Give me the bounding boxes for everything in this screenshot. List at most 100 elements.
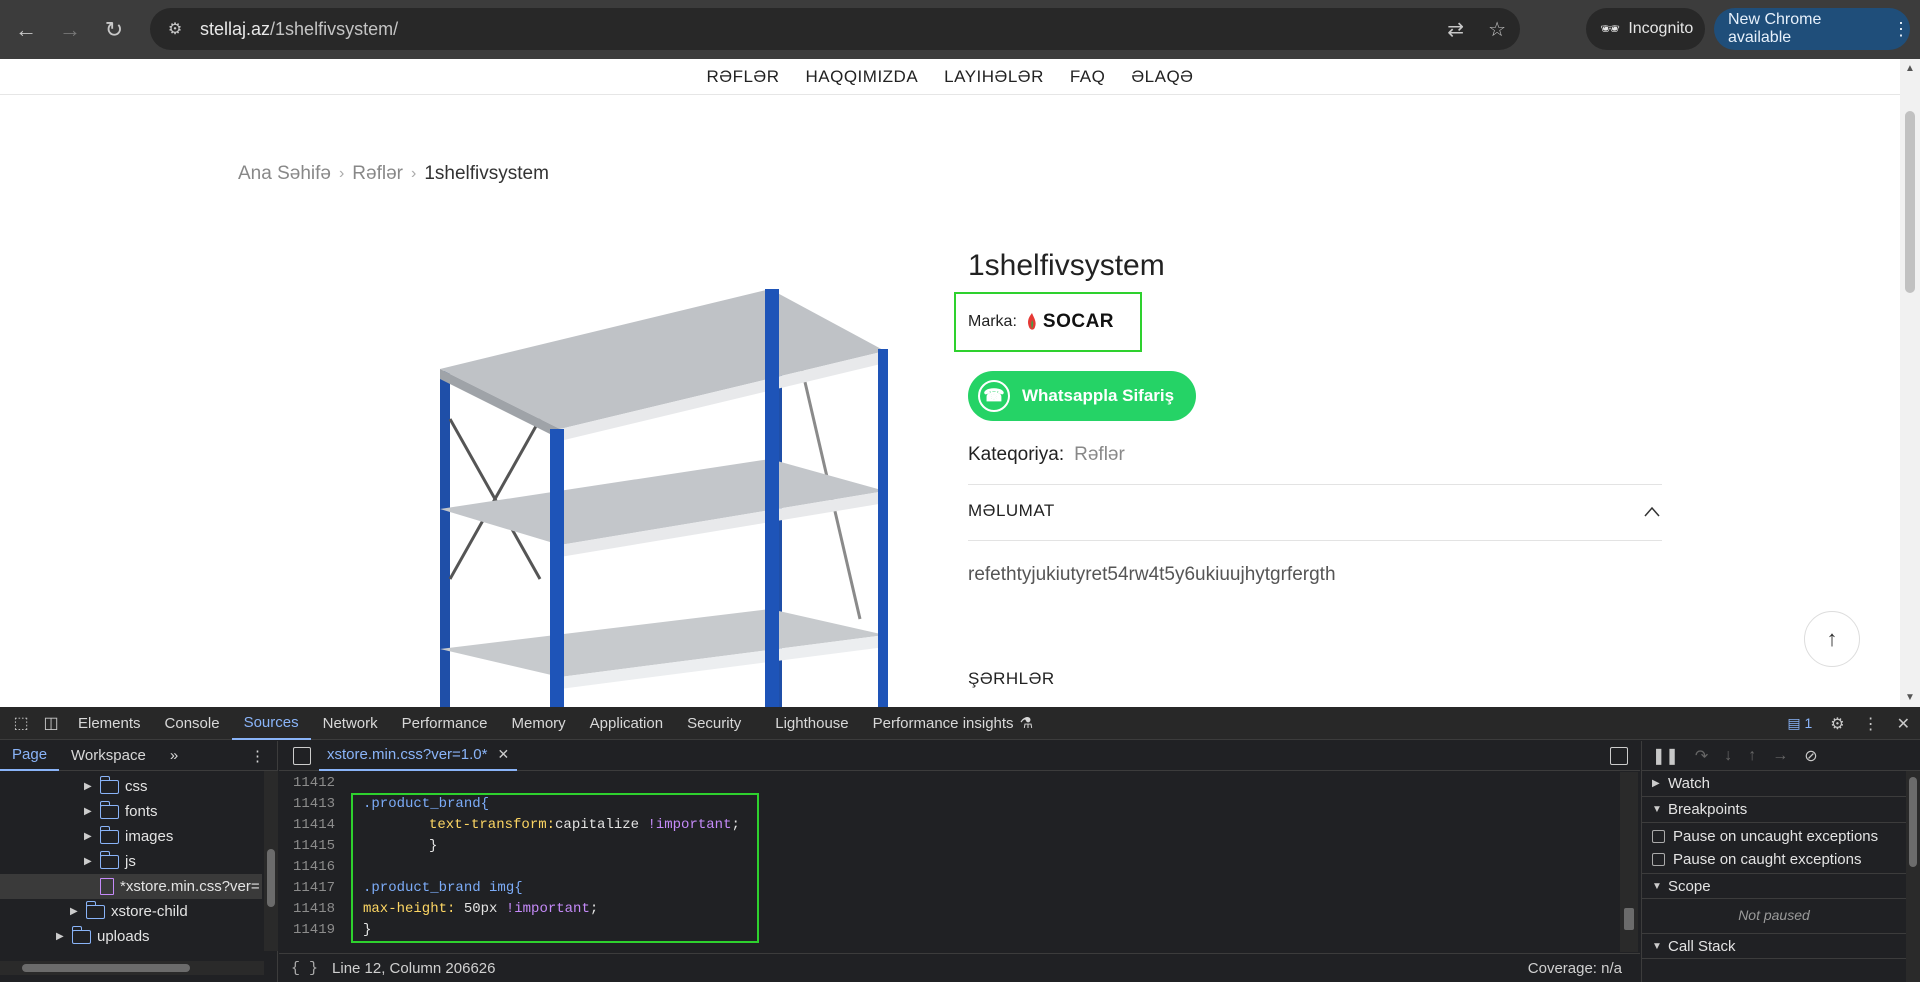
triangle-right-icon: ▶ xyxy=(1652,778,1660,789)
tree-item-fonts[interactable]: ▶ fonts xyxy=(84,799,158,824)
tab-performance[interactable]: Performance xyxy=(390,707,500,740)
page-scrollbar[interactable]: ▲ ▼ xyxy=(1900,59,1920,707)
tree-item-css[interactable]: ▶ css xyxy=(84,774,148,799)
nav-item-elaqe[interactable]: ƏLAQƏ xyxy=(1131,67,1193,87)
editor-scrollbar[interactable] xyxy=(1620,772,1638,952)
debugger-sidebar: ❚❚ ↷ ↓ ↑ → ⊘ ▶ Watch ▼ Breakpoints Pause o… xyxy=(1641,741,1920,982)
nav-item-haqqimizda[interactable]: HAQQIMIZDA xyxy=(806,67,919,87)
more-options-icon[interactable]: ⋮ xyxy=(1863,714,1879,734)
page-viewport: RƏFLƏR HAQQIMIZDA LAYIHƏLƏR FAQ ƏLAQƏ An… xyxy=(0,59,1920,707)
folder-icon xyxy=(99,825,119,844)
toggle-debugger-icon[interactable] xyxy=(1610,747,1628,765)
tab-memory[interactable]: Memory xyxy=(500,707,578,740)
folder-icon xyxy=(99,800,119,819)
navigator-tabs: Page Workspace » ⋮ xyxy=(0,741,277,771)
address-bar[interactable]: ⚙ stellaj.az/1shelfivsystem/ ⇄ ☆ xyxy=(150,8,1520,50)
tab-performance-insights[interactable]: Performance insights ⚗ xyxy=(861,707,1045,740)
tree-item-js[interactable]: ▶ js xyxy=(84,849,136,874)
navigator-tab-page[interactable]: Page xyxy=(0,741,60,771)
comments-title: ŞƏRHLƏR xyxy=(968,669,1055,688)
back-button[interactable]: ← xyxy=(8,12,44,48)
coverage-status: Coverage: n/a xyxy=(1527,959,1622,977)
forward-button[interactable]: → xyxy=(52,12,88,48)
editor-tabs: xstore.min.css?ver=1.0* ✕ xyxy=(279,741,1640,771)
pause-icon[interactable]: ❚❚ xyxy=(1652,746,1679,766)
category-link[interactable]: Rəflər xyxy=(1074,444,1125,466)
call-stack-section[interactable]: ▼ Call Stack xyxy=(1642,933,1906,959)
reload-button[interactable]: ↻ xyxy=(96,12,132,48)
deactivate-breakpoints-icon[interactable]: ⊘ xyxy=(1804,746,1817,766)
divider xyxy=(968,540,1662,541)
more-tabs-icon[interactable]: » xyxy=(158,741,190,771)
tab-sources[interactable]: Sources xyxy=(231,707,311,740)
whatsapp-order-button[interactable]: ☎ Whatsappla Sifariş xyxy=(968,371,1196,421)
product-image[interactable] xyxy=(440,279,900,707)
editor-status-bar: { } Line 12, Column 206626 Coverage: n/a xyxy=(279,953,1640,982)
step-icon[interactable]: → xyxy=(1772,747,1788,765)
scroll-to-top-button[interactable]: ↑ xyxy=(1804,611,1860,667)
tab-security[interactable]: Security xyxy=(675,707,753,740)
tree-item-xstore-css[interactable]: *xstore.min.css?ver= xyxy=(0,874,262,899)
nav-item-refler[interactable]: RƏFLƏR xyxy=(707,67,780,87)
navigator-hscrollbar[interactable] xyxy=(0,961,264,975)
pause-uncaught-option[interactable]: Pause on uncaught exceptions xyxy=(1652,825,1878,847)
source-editor: xstore.min.css?ver=1.0* ✕ 11412 11413 .pro… xyxy=(279,741,1640,982)
chevron-up-icon[interactable] xyxy=(1644,504,1660,520)
navigator-tab-workspace[interactable]: Workspace xyxy=(59,741,158,771)
scroll-up-icon[interactable]: ▲ xyxy=(1905,63,1915,74)
close-tab-icon[interactable]: ✕ xyxy=(497,746,509,763)
info-accordion-title[interactable]: MƏLUMAT xyxy=(968,501,1055,521)
info-accordion-body: refethtyjukiutyret54rw4t5y6ukiuujhytgrfe… xyxy=(968,564,1336,585)
chrome-menu-icon[interactable]: ⋮ xyxy=(1892,19,1910,40)
scroll-down-icon[interactable]: ▼ xyxy=(1905,692,1915,703)
debugger-scrollbar-thumb[interactable] xyxy=(1909,777,1917,867)
page-scrollbar-thumb[interactable] xyxy=(1905,111,1915,293)
navigator-scrollbar-thumb[interactable] xyxy=(267,849,275,907)
tab-application[interactable]: Application xyxy=(578,707,675,740)
product-brand: Marka: SOCAR xyxy=(954,292,1142,352)
tab-network[interactable]: Network xyxy=(311,707,390,740)
tree-item-images[interactable]: ▶ images xyxy=(84,824,173,849)
update-chrome-button[interactable]: New Chrome available ⋮ xyxy=(1714,8,1910,50)
navigator-menu-icon[interactable]: ⋮ xyxy=(238,741,277,771)
pause-caught-option[interactable]: Pause on caught exceptions xyxy=(1652,848,1861,870)
code-area[interactable]: 11412 11413 .product_brand{ 11414 text-tra… xyxy=(279,772,1619,952)
breadcrumb-category[interactable]: Rəflər xyxy=(352,163,403,185)
checkbox[interactable] xyxy=(1652,829,1665,843)
navigator-hscrollbar-thumb[interactable] xyxy=(22,964,190,972)
editor-file-tab[interactable]: xstore.min.css?ver=1.0* ✕ xyxy=(319,741,518,771)
debugger-scrollbar[interactable] xyxy=(1906,771,1920,982)
folder-icon xyxy=(71,925,91,944)
step-out-icon[interactable]: ↑ xyxy=(1748,747,1756,765)
incognito-indicator[interactable]: 🕶 Incognito xyxy=(1586,8,1705,50)
breakpoints-section[interactable]: ▼ Breakpoints xyxy=(1642,797,1906,823)
close-devtools-icon[interactable]: ✕ xyxy=(1897,714,1910,734)
inspect-element-icon[interactable]: ⬚ xyxy=(6,708,36,738)
nav-item-faq[interactable]: FAQ xyxy=(1070,67,1106,87)
toggle-navigator-icon[interactable] xyxy=(293,747,311,765)
navigator-scrollbar[interactable] xyxy=(264,771,278,951)
tree-item-uploads[interactable]: ▶ uploads xyxy=(56,924,150,949)
step-over-icon[interactable]: ↷ xyxy=(1695,746,1708,766)
brand-logo[interactable]: SOCAR xyxy=(1025,311,1114,333)
editor-scrollbar-thumb[interactable] xyxy=(1624,908,1634,930)
tab-elements[interactable]: Elements xyxy=(66,707,153,740)
settings-gear-icon[interactable]: ⚙ xyxy=(1830,714,1844,734)
breadcrumb-home[interactable]: Ana Səhifə xyxy=(238,163,331,185)
issues-badge[interactable]: ▤ 1 xyxy=(1787,715,1812,732)
watch-section[interactable]: ▶ Watch xyxy=(1642,771,1906,797)
tab-lighthouse[interactable]: Lighthouse xyxy=(763,707,860,740)
checkbox[interactable] xyxy=(1652,852,1665,866)
url-text[interactable]: stellaj.az/1shelfivsystem/ xyxy=(200,19,398,40)
tree-item-xstore-child[interactable]: ▶ xstore-child xyxy=(70,899,188,924)
scope-section[interactable]: ▼ Scope xyxy=(1642,873,1906,899)
device-toolbar-icon[interactable]: ◫ xyxy=(36,708,66,738)
step-into-icon[interactable]: ↓ xyxy=(1724,747,1732,765)
site-info-icon[interactable]: ⚙ xyxy=(164,18,186,40)
tab-console[interactable]: Console xyxy=(153,707,232,740)
whatsapp-icon: ☎ xyxy=(978,380,1010,412)
translate-icon[interactable]: ⇄ xyxy=(1447,17,1464,42)
pretty-print-icon[interactable]: { } xyxy=(291,960,318,977)
nav-item-layiheler[interactable]: LAYIHƏLƏR xyxy=(944,67,1044,87)
bookmark-star-icon[interactable]: ☆ xyxy=(1488,17,1506,42)
